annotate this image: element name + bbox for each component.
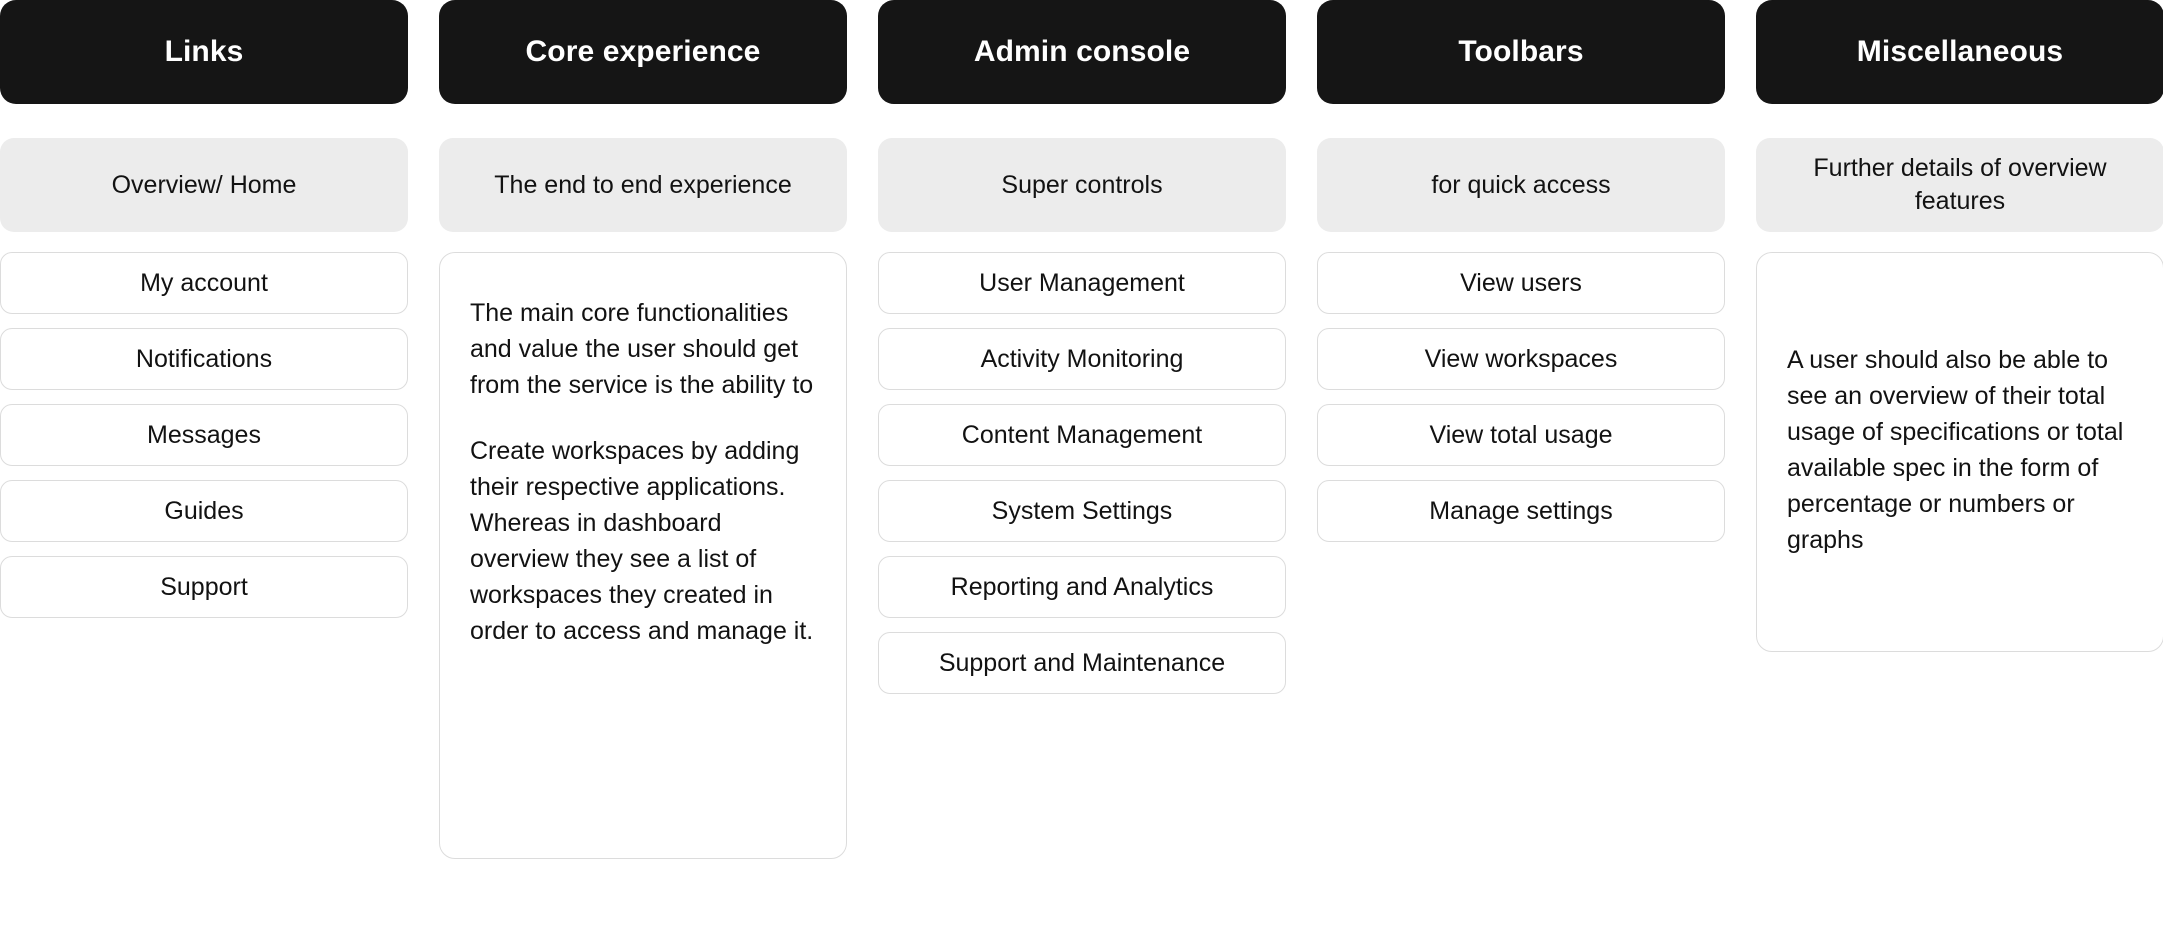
list-item[interactable]: Support and Maintenance [878, 632, 1286, 694]
column-subtitle-toolbars: for quick access [1317, 138, 1725, 232]
column-header-links[interactable]: Links [0, 0, 408, 104]
list-item[interactable]: User Management [878, 252, 1286, 314]
column-header-toolbars[interactable]: Toolbars [1317, 0, 1725, 104]
column-header-miscellaneous[interactable]: Miscellaneous [1756, 0, 2163, 104]
column-subtitle-links: Overview/ Home [0, 138, 408, 232]
subtitle-spacer [878, 232, 1286, 252]
list-item[interactable]: Support [0, 556, 408, 618]
column-header-admin-console[interactable]: Admin console [878, 0, 1286, 104]
list-item[interactable]: Guides [0, 480, 408, 542]
column-items-admin-console: User Management Activity Monitoring Cont… [878, 252, 1286, 694]
list-item[interactable]: System Settings [878, 480, 1286, 542]
header-spacer [878, 104, 1286, 138]
board-column-toolbars: Toolbars for quick access View users Vie… [1317, 0, 1725, 542]
header-spacer [1317, 104, 1725, 138]
note-card-miscellaneous[interactable]: A user should also be able to see an ove… [1756, 252, 2163, 652]
note-paragraph: A user should also be able to see an ove… [1787, 346, 2124, 554]
subtitle-spacer [1756, 232, 2163, 252]
subtitle-spacer [439, 232, 847, 252]
column-items-links: My account Notifications Messages Guides… [0, 252, 408, 618]
list-item[interactable]: View workspaces [1317, 328, 1725, 390]
list-item[interactable]: Manage settings [1317, 480, 1725, 542]
note-paragraph: Create workspaces by adding their respec… [470, 437, 814, 645]
feature-board: Links Overview/ Home My account Notifica… [0, 0, 2163, 946]
list-item[interactable]: Activity Monitoring [878, 328, 1286, 390]
header-spacer [1756, 104, 2163, 138]
list-item[interactable]: Content Management [878, 404, 1286, 466]
board-column-miscellaneous: Miscellaneous Further details of overvie… [1756, 0, 2163, 652]
header-spacer [0, 104, 408, 138]
list-item[interactable]: Reporting and Analytics [878, 556, 1286, 618]
column-header-core-experience[interactable]: Core experience [439, 0, 847, 104]
board-column-links: Links Overview/ Home My account Notifica… [0, 0, 408, 618]
subtitle-spacer [0, 232, 408, 252]
list-item[interactable]: View users [1317, 252, 1725, 314]
list-item[interactable]: My account [0, 252, 408, 314]
list-item[interactable]: Messages [0, 404, 408, 466]
note-paragraph: The main core functionalities and value … [470, 299, 814, 399]
subtitle-spacer [1317, 232, 1725, 252]
column-items-toolbars: View users View workspaces View total us… [1317, 252, 1725, 542]
column-subtitle-admin-console: Super controls [878, 138, 1286, 232]
board-column-admin-console: Admin console Super controls User Manage… [878, 0, 1286, 694]
note-card-core-experience[interactable]: The main core functionalities and value … [439, 252, 847, 859]
board-column-core-experience: Core experience The end to end experienc… [439, 0, 847, 859]
board-columns: Links Overview/ Home My account Notifica… [0, 0, 2163, 859]
list-item[interactable]: View total usage [1317, 404, 1725, 466]
header-spacer [439, 104, 847, 138]
column-subtitle-miscellaneous: Further details of overview features [1756, 138, 2163, 232]
list-item[interactable]: Notifications [0, 328, 408, 390]
column-subtitle-core-experience: The end to end experience [439, 138, 847, 232]
